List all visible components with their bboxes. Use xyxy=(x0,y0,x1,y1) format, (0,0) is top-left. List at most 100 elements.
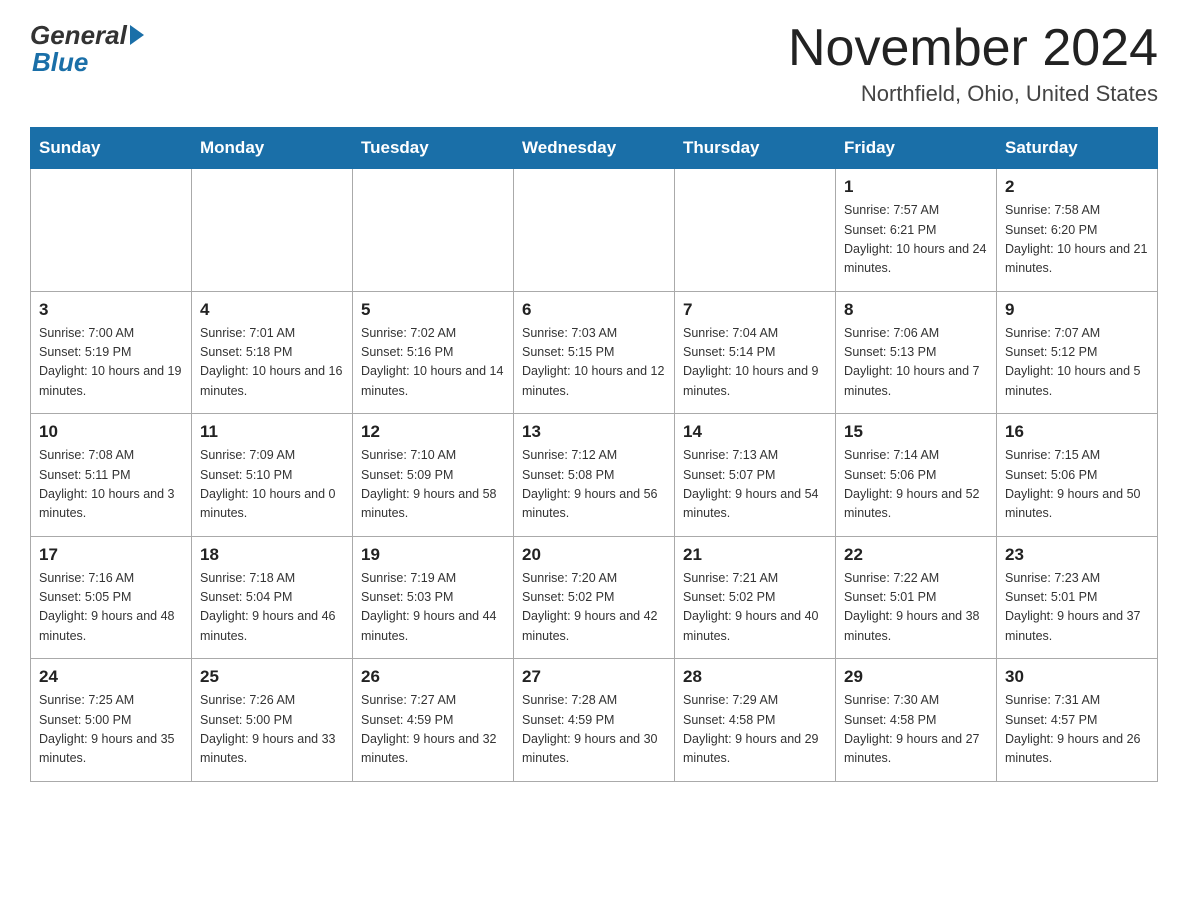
day-info: Sunrise: 7:13 AMSunset: 5:07 PMDaylight:… xyxy=(683,446,827,524)
day-info: Sunrise: 7:21 AMSunset: 5:02 PMDaylight:… xyxy=(683,569,827,647)
calendar-cell: 3 Sunrise: 7:00 AMSunset: 5:19 PMDaylight… xyxy=(31,291,192,414)
day-number: 29 xyxy=(844,667,988,687)
calendar-cell: 5 Sunrise: 7:02 AMSunset: 5:16 PMDaylight… xyxy=(353,291,514,414)
calendar-table: SundayMondayTuesdayWednesdayThursdayFrid… xyxy=(30,127,1158,782)
day-of-week-wednesday: Wednesday xyxy=(514,128,675,169)
day-number: 19 xyxy=(361,545,505,565)
calendar-cell: 23 Sunrise: 7:23 AMSunset: 5:01 PMDayligh… xyxy=(997,536,1158,659)
day-of-week-monday: Monday xyxy=(192,128,353,169)
page-header: General Blue November 2024 Northfield, O… xyxy=(30,20,1158,107)
day-of-week-saturday: Saturday xyxy=(997,128,1158,169)
day-info: Sunrise: 7:15 AMSunset: 5:06 PMDaylight:… xyxy=(1005,446,1149,524)
calendar-cell: 1 Sunrise: 7:57 AMSunset: 6:21 PMDaylight… xyxy=(836,169,997,292)
day-number: 26 xyxy=(361,667,505,687)
day-info: Sunrise: 7:28 AMSunset: 4:59 PMDaylight:… xyxy=(522,691,666,769)
calendar-cell: 13 Sunrise: 7:12 AMSunset: 5:08 PMDayligh… xyxy=(514,414,675,537)
calendar-cell xyxy=(675,169,836,292)
day-info: Sunrise: 7:07 AMSunset: 5:12 PMDaylight:… xyxy=(1005,324,1149,402)
calendar-cell: 6 Sunrise: 7:03 AMSunset: 5:15 PMDaylight… xyxy=(514,291,675,414)
calendar-cell: 15 Sunrise: 7:14 AMSunset: 5:06 PMDayligh… xyxy=(836,414,997,537)
calendar-cell: 7Sunrise: 7:04 AMSunset: 5:14 PMDaylight… xyxy=(675,291,836,414)
location-title: Northfield, Ohio, United States xyxy=(788,81,1158,107)
logo-blue-text: Blue xyxy=(30,47,88,78)
calendar-cell: 22 Sunrise: 7:22 AMSunset: 5:01 PMDayligh… xyxy=(836,536,997,659)
day-number: 13 xyxy=(522,422,666,442)
day-info: Sunrise: 7:10 AMSunset: 5:09 PMDaylight:… xyxy=(361,446,505,524)
day-info: Sunrise: 7:27 AMSunset: 4:59 PMDaylight:… xyxy=(361,691,505,769)
day-info: Sunrise: 7:57 AMSunset: 6:21 PMDaylight:… xyxy=(844,201,988,279)
day-number: 11 xyxy=(200,422,344,442)
title-block: November 2024 Northfield, Ohio, United S… xyxy=(788,20,1158,107)
calendar-week-2: 10 Sunrise: 7:08 AMSunset: 5:11 PMDayligh… xyxy=(31,414,1158,537)
month-title: November 2024 xyxy=(788,20,1158,77)
day-info: Sunrise: 7:08 AMSunset: 5:11 PMDaylight:… xyxy=(39,446,183,524)
day-number: 14 xyxy=(683,422,827,442)
calendar-cell xyxy=(514,169,675,292)
day-number: 10 xyxy=(39,422,183,442)
day-header-row: SundayMondayTuesdayWednesdayThursdayFrid… xyxy=(31,128,1158,169)
day-number: 17 xyxy=(39,545,183,565)
day-number: 3 xyxy=(39,300,183,320)
calendar-cell: 11Sunrise: 7:09 AMSunset: 5:10 PMDayligh… xyxy=(192,414,353,537)
day-number: 1 xyxy=(844,177,988,197)
day-info: Sunrise: 7:30 AMSunset: 4:58 PMDaylight:… xyxy=(844,691,988,769)
day-number: 20 xyxy=(522,545,666,565)
calendar-week-4: 24Sunrise: 7:25 AMSunset: 5:00 PMDayligh… xyxy=(31,659,1158,782)
calendar-cell xyxy=(31,169,192,292)
calendar-cell: 16Sunrise: 7:15 AMSunset: 5:06 PMDayligh… xyxy=(997,414,1158,537)
day-number: 2 xyxy=(1005,177,1149,197)
day-info: Sunrise: 7:16 AMSunset: 5:05 PMDaylight:… xyxy=(39,569,183,647)
day-number: 4 xyxy=(200,300,344,320)
day-number: 28 xyxy=(683,667,827,687)
day-info: Sunrise: 7:14 AMSunset: 5:06 PMDaylight:… xyxy=(844,446,988,524)
day-info: Sunrise: 7:31 AMSunset: 4:57 PMDaylight:… xyxy=(1005,691,1149,769)
day-info: Sunrise: 7:18 AMSunset: 5:04 PMDaylight:… xyxy=(200,569,344,647)
calendar-cell: 25 Sunrise: 7:26 AMSunset: 5:00 PMDayligh… xyxy=(192,659,353,782)
calendar-cell: 24Sunrise: 7:25 AMSunset: 5:00 PMDayligh… xyxy=(31,659,192,782)
logo: General Blue xyxy=(30,20,144,78)
day-info: Sunrise: 7:12 AMSunset: 5:08 PMDaylight:… xyxy=(522,446,666,524)
day-info: Sunrise: 7:20 AMSunset: 5:02 PMDaylight:… xyxy=(522,569,666,647)
calendar-cell: 28 Sunrise: 7:29 AMSunset: 4:58 PMDayligh… xyxy=(675,659,836,782)
calendar-header: SundayMondayTuesdayWednesdayThursdayFrid… xyxy=(31,128,1158,169)
calendar-cell: 10 Sunrise: 7:08 AMSunset: 5:11 PMDayligh… xyxy=(31,414,192,537)
calendar-cell: 9 Sunrise: 7:07 AMSunset: 5:12 PMDaylight… xyxy=(997,291,1158,414)
day-info: Sunrise: 7:29 AMSunset: 4:58 PMDaylight:… xyxy=(683,691,827,769)
calendar-body: 1 Sunrise: 7:57 AMSunset: 6:21 PMDaylight… xyxy=(31,169,1158,782)
day-number: 15 xyxy=(844,422,988,442)
calendar-cell: 14 Sunrise: 7:13 AMSunset: 5:07 PMDayligh… xyxy=(675,414,836,537)
calendar-cell: 8Sunrise: 7:06 AMSunset: 5:13 PMDaylight… xyxy=(836,291,997,414)
calendar-cell xyxy=(192,169,353,292)
day-number: 8 xyxy=(844,300,988,320)
calendar-cell: 21Sunrise: 7:21 AMSunset: 5:02 PMDayligh… xyxy=(675,536,836,659)
day-number: 24 xyxy=(39,667,183,687)
day-number: 5 xyxy=(361,300,505,320)
day-info: Sunrise: 7:03 AMSunset: 5:15 PMDaylight:… xyxy=(522,324,666,402)
day-info: Sunrise: 7:02 AMSunset: 5:16 PMDaylight:… xyxy=(361,324,505,402)
calendar-cell: 27Sunrise: 7:28 AMSunset: 4:59 PMDayligh… xyxy=(514,659,675,782)
calendar-week-1: 3 Sunrise: 7:00 AMSunset: 5:19 PMDaylight… xyxy=(31,291,1158,414)
day-info: Sunrise: 7:01 AMSunset: 5:18 PMDaylight:… xyxy=(200,324,344,402)
day-info: Sunrise: 7:04 AMSunset: 5:14 PMDaylight:… xyxy=(683,324,827,402)
logo-arrow-icon xyxy=(130,25,144,45)
calendar-cell: 17 Sunrise: 7:16 AMSunset: 5:05 PMDayligh… xyxy=(31,536,192,659)
calendar-cell: 4 Sunrise: 7:01 AMSunset: 5:18 PMDaylight… xyxy=(192,291,353,414)
calendar-week-3: 17 Sunrise: 7:16 AMSunset: 5:05 PMDayligh… xyxy=(31,536,1158,659)
calendar-cell: 19 Sunrise: 7:19 AMSunset: 5:03 PMDayligh… xyxy=(353,536,514,659)
day-number: 9 xyxy=(1005,300,1149,320)
day-number: 22 xyxy=(844,545,988,565)
day-number: 18 xyxy=(200,545,344,565)
day-info: Sunrise: 7:00 AMSunset: 5:19 PMDaylight:… xyxy=(39,324,183,402)
day-of-week-friday: Friday xyxy=(836,128,997,169)
calendar-cell: 30Sunrise: 7:31 AMSunset: 4:57 PMDayligh… xyxy=(997,659,1158,782)
day-info: Sunrise: 7:23 AMSunset: 5:01 PMDaylight:… xyxy=(1005,569,1149,647)
day-number: 23 xyxy=(1005,545,1149,565)
day-number: 12 xyxy=(361,422,505,442)
day-number: 6 xyxy=(522,300,666,320)
day-number: 25 xyxy=(200,667,344,687)
day-info: Sunrise: 7:19 AMSunset: 5:03 PMDaylight:… xyxy=(361,569,505,647)
day-info: Sunrise: 7:26 AMSunset: 5:00 PMDaylight:… xyxy=(200,691,344,769)
day-of-week-sunday: Sunday xyxy=(31,128,192,169)
day-info: Sunrise: 7:22 AMSunset: 5:01 PMDaylight:… xyxy=(844,569,988,647)
calendar-cell: 29 Sunrise: 7:30 AMSunset: 4:58 PMDayligh… xyxy=(836,659,997,782)
